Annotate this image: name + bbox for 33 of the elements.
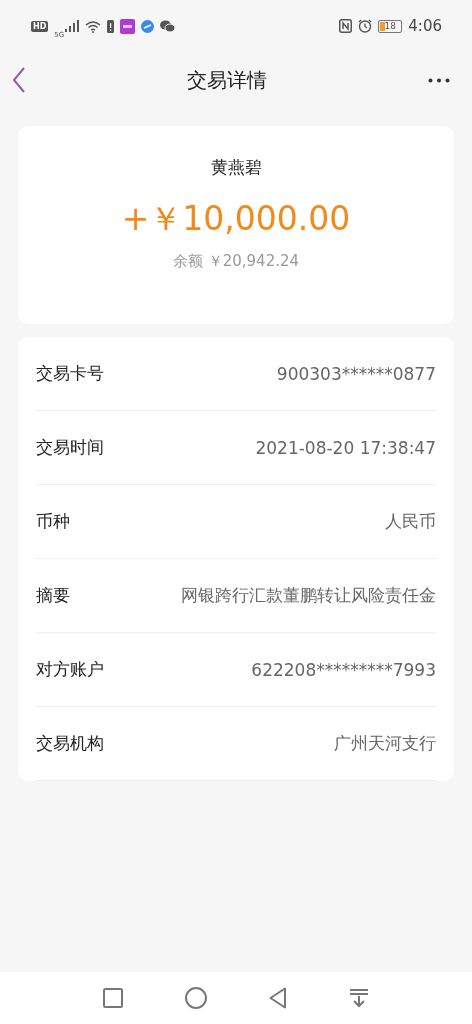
alarm-icon [358,19,373,33]
field-label: 交易时间 [36,436,104,459]
wifi-icon [85,19,102,33]
alert-icon [107,19,115,33]
field-label: 交易机构 [36,732,104,755]
field-label: 摘要 [36,584,70,607]
nfc-icon [339,19,353,33]
battery-indicator: 18 [378,19,403,33]
page-title: 交易详情 [187,66,267,94]
amount-text: +￥10,000.00 [121,198,351,240]
field-value: 网银跨行汇款董鹏转让风险责任金 [181,584,436,607]
more-icon[interactable] [428,77,450,83]
payer-name: 黄燕碧 [210,156,262,179]
home-icon[interactable] [185,987,207,1009]
back-nav-icon[interactable] [269,987,287,1009]
balance-text: 余额 ￥20,942.24 [172,252,300,271]
field-label: 币种 [36,510,70,533]
app-icon [120,18,136,34]
chat-icon [160,19,176,33]
signal-icon [65,20,80,32]
browser-icon [141,19,155,33]
field-value: 622208*********7993 [251,659,436,680]
download-icon[interactable] [349,988,369,1008]
clock-time: 4:06 [408,17,442,35]
back-icon[interactable] [12,67,26,93]
field-value: 900303******0877 [276,363,436,384]
field-value: 2021-08-20 17:38:47 [255,437,436,458]
hd-indicator: HD [31,20,49,32]
field-value: 人民币 [385,510,436,533]
field-label: 交易卡号 [36,362,104,385]
field-value: 广州天河支行 [334,732,436,755]
field-label: 对方账户 [36,658,104,681]
recents-icon[interactable] [103,988,123,1008]
